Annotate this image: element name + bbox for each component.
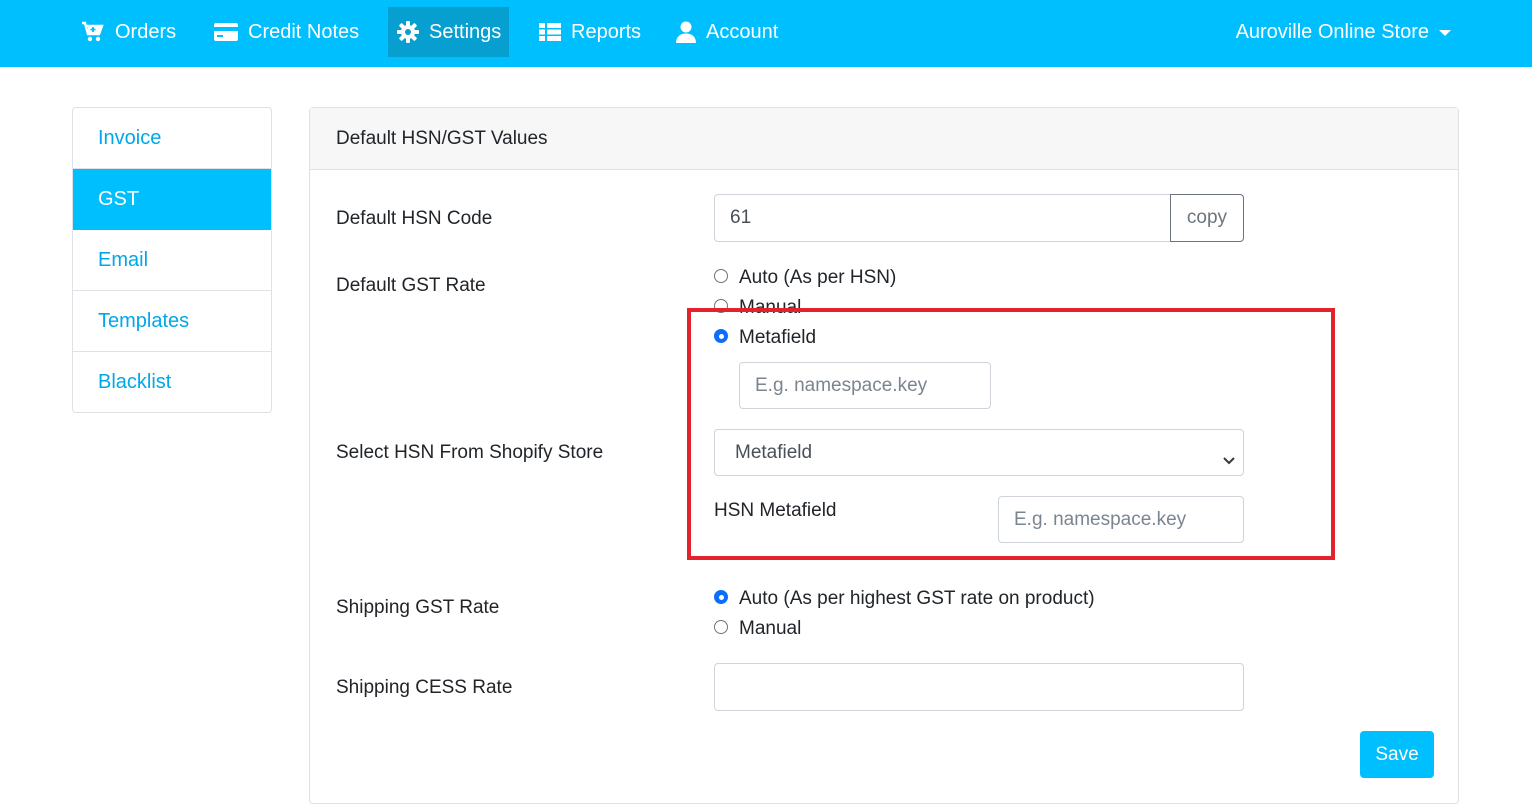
nav-reports[interactable]: Reports — [530, 7, 650, 57]
gst-settings-card: Default HSN/GST Values Default HSN Code … — [309, 107, 1459, 804]
credit-card-icon — [214, 23, 238, 41]
cart-icon — [81, 21, 105, 43]
gear-icon — [397, 21, 419, 43]
sidebar-item-invoice[interactable]: Invoice — [73, 108, 271, 169]
store-name: Auroville Online Store — [1235, 20, 1429, 43]
nav-orders-label: Orders — [115, 20, 177, 43]
nav-orders[interactable]: Orders — [72, 7, 185, 57]
default-gst-rate-label: Default GST Rate — [336, 275, 486, 296]
shipping-cess-input[interactable] — [714, 663, 1244, 711]
radio-unchecked-icon — [714, 269, 728, 283]
top-navbar: Orders Credit Notes Settings Reports Acc… — [0, 0, 1532, 67]
settings-sidebar: Invoice GST Email Templates Blacklist — [72, 107, 272, 413]
nav-settings-label: Settings — [429, 20, 502, 43]
nav-credit-notes[interactable]: Credit Notes — [205, 7, 368, 57]
table-icon — [539, 23, 561, 41]
default-hsn-label: Default HSN Code — [336, 208, 493, 229]
nav-account[interactable]: Account — [667, 7, 787, 57]
hsn-source-label: Select HSN From Shopify Store — [336, 442, 604, 463]
radio-unchecked-icon — [714, 620, 728, 634]
radio-checked-icon — [714, 590, 728, 604]
nav-reports-label: Reports — [571, 20, 642, 43]
shipping-gst-manual-radio[interactable]: Manual — [714, 618, 801, 640]
copy-button[interactable]: copy — [1170, 194, 1244, 242]
shipping-gst-auto-radio[interactable]: Auto (As per highest GST rate on product… — [714, 588, 1095, 610]
shipping-cess-rate-label: Shipping CESS Rate — [336, 677, 513, 698]
nav-credit-notes-label: Credit Notes — [248, 20, 360, 43]
shipping-gst-manual-label: Manual — [739, 618, 802, 639]
shipping-gst-auto-label: Auto (As per highest GST rate on product… — [739, 588, 1095, 609]
sidebar-item-email[interactable]: Email — [73, 230, 271, 291]
caret-down-icon — [1439, 30, 1451, 36]
default-hsn-input[interactable] — [714, 194, 1171, 242]
shipping-gst-rate-label: Shipping GST Rate — [336, 597, 500, 618]
gst-rate-auto-radio[interactable]: Auto (As per HSN) — [714, 267, 896, 289]
gst-rate-auto-label: Auto (As per HSN) — [739, 267, 897, 288]
save-button[interactable]: Save — [1360, 731, 1434, 778]
nav-settings[interactable]: Settings — [388, 7, 509, 57]
sidebar-item-gst[interactable]: GST — [73, 169, 271, 230]
highlight-annotation-box — [687, 308, 1335, 560]
card-title: Default HSN/GST Values — [310, 108, 1458, 170]
store-dropdown[interactable]: Auroville Online Store — [1236, 7, 1451, 57]
sidebar-item-blacklist[interactable]: Blacklist — [73, 352, 271, 412]
user-icon — [676, 21, 696, 43]
nav-account-label: Account — [706, 20, 779, 43]
sidebar-item-templates[interactable]: Templates — [73, 291, 271, 352]
